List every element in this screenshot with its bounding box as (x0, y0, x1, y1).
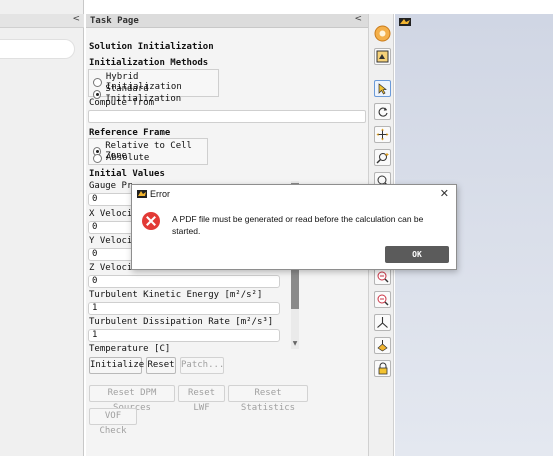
zoom-in-icon[interactable] (374, 268, 391, 285)
radio-absolute-circle[interactable] (93, 153, 102, 163)
rotate-icon[interactable] (374, 103, 391, 120)
init-methods-heading: Initialization Methods (89, 58, 209, 68)
error-message: A PDF file must be generated or read bef… (172, 214, 424, 236)
reference-frame-heading: Reference Frame (89, 128, 171, 138)
radio-absolute-label: Absolute (106, 153, 150, 163)
pan-icon[interactable] (374, 126, 391, 143)
outline-filter-input[interactable] (0, 39, 75, 59)
scroll-down-icon[interactable]: ▼ (291, 340, 299, 348)
page-title: Solution Initialization (89, 42, 214, 52)
task-page-label: Task Page (90, 16, 139, 26)
tdr-label: Turbulent Dissipation Rate [m²/s³] (89, 317, 274, 327)
reset-dpm-sources-button[interactable]: Reset DPM Sources (89, 385, 175, 413)
reference-frame-group: Relative to Cell Zone Absolute (88, 138, 208, 165)
reset-lwf-button[interactable]: Reset LWF (178, 385, 225, 413)
task-page-header: Task Page < (86, 14, 368, 28)
fit-to-window-icon[interactable] (374, 337, 391, 354)
x-velocity-label: X Veloci (89, 209, 133, 219)
init-methods-group: Hybrid Initialization Standard Initializ… (88, 69, 219, 104)
error-dialog-title: Error (150, 189, 170, 199)
z-velocity-input[interactable]: 0 (88, 275, 280, 288)
collapse-task-icon[interactable]: < (354, 14, 362, 24)
zoom-out-icon[interactable] (374, 291, 391, 308)
zoom-in-out-icon[interactable] (374, 149, 391, 166)
lock-icon[interactable] (374, 360, 391, 377)
outline-header: < (0, 14, 84, 28)
gauge-pressure-label: Gauge Pr (89, 181, 133, 191)
compute-from-label: Compute from (89, 98, 155, 108)
fluent-logo-icon (137, 190, 147, 201)
error-dialog-titlebar: Error ✕ (132, 185, 456, 205)
display-options-icon[interactable] (374, 48, 391, 65)
temperature-label: Temperature [C] (89, 344, 171, 354)
outline-panel: < (0, 0, 84, 456)
reset-statistics-button[interactable]: Reset Statistics (228, 385, 308, 413)
tke-input[interactable]: 1 (88, 302, 280, 315)
pointer-icon[interactable] (374, 80, 391, 97)
y-velocity-label: Y Veloci (89, 236, 133, 246)
orient-icon[interactable] (374, 25, 391, 42)
ok-button[interactable]: OK (385, 246, 449, 263)
collapse-outline-icon[interactable]: < (72, 14, 80, 24)
error-icon (142, 212, 160, 230)
radio-absolute[interactable]: Absolute (93, 153, 149, 163)
axes-icon[interactable] (374, 314, 391, 331)
reset-button[interactable]: Reset (146, 357, 176, 374)
tke-label: Turbulent Kinetic Energy [m²/s²] (89, 290, 263, 300)
initial-values-heading: Initial Values (89, 169, 165, 179)
vof-check-button[interactable]: VOF Check (89, 408, 137, 436)
error-dialog: Error ✕ A PDF file must be generated or … (131, 184, 457, 270)
initialize-button[interactable]: Initialize (89, 357, 144, 374)
patch-button[interactable]: Patch... (180, 357, 224, 374)
close-icon[interactable]: ✕ (440, 187, 449, 200)
z-velocity-label: Z Veloci (89, 263, 133, 273)
tdr-input[interactable]: 1 (88, 329, 280, 342)
ansys-logo-icon (399, 18, 411, 29)
compute-from-dropdown[interactable] (88, 110, 366, 123)
